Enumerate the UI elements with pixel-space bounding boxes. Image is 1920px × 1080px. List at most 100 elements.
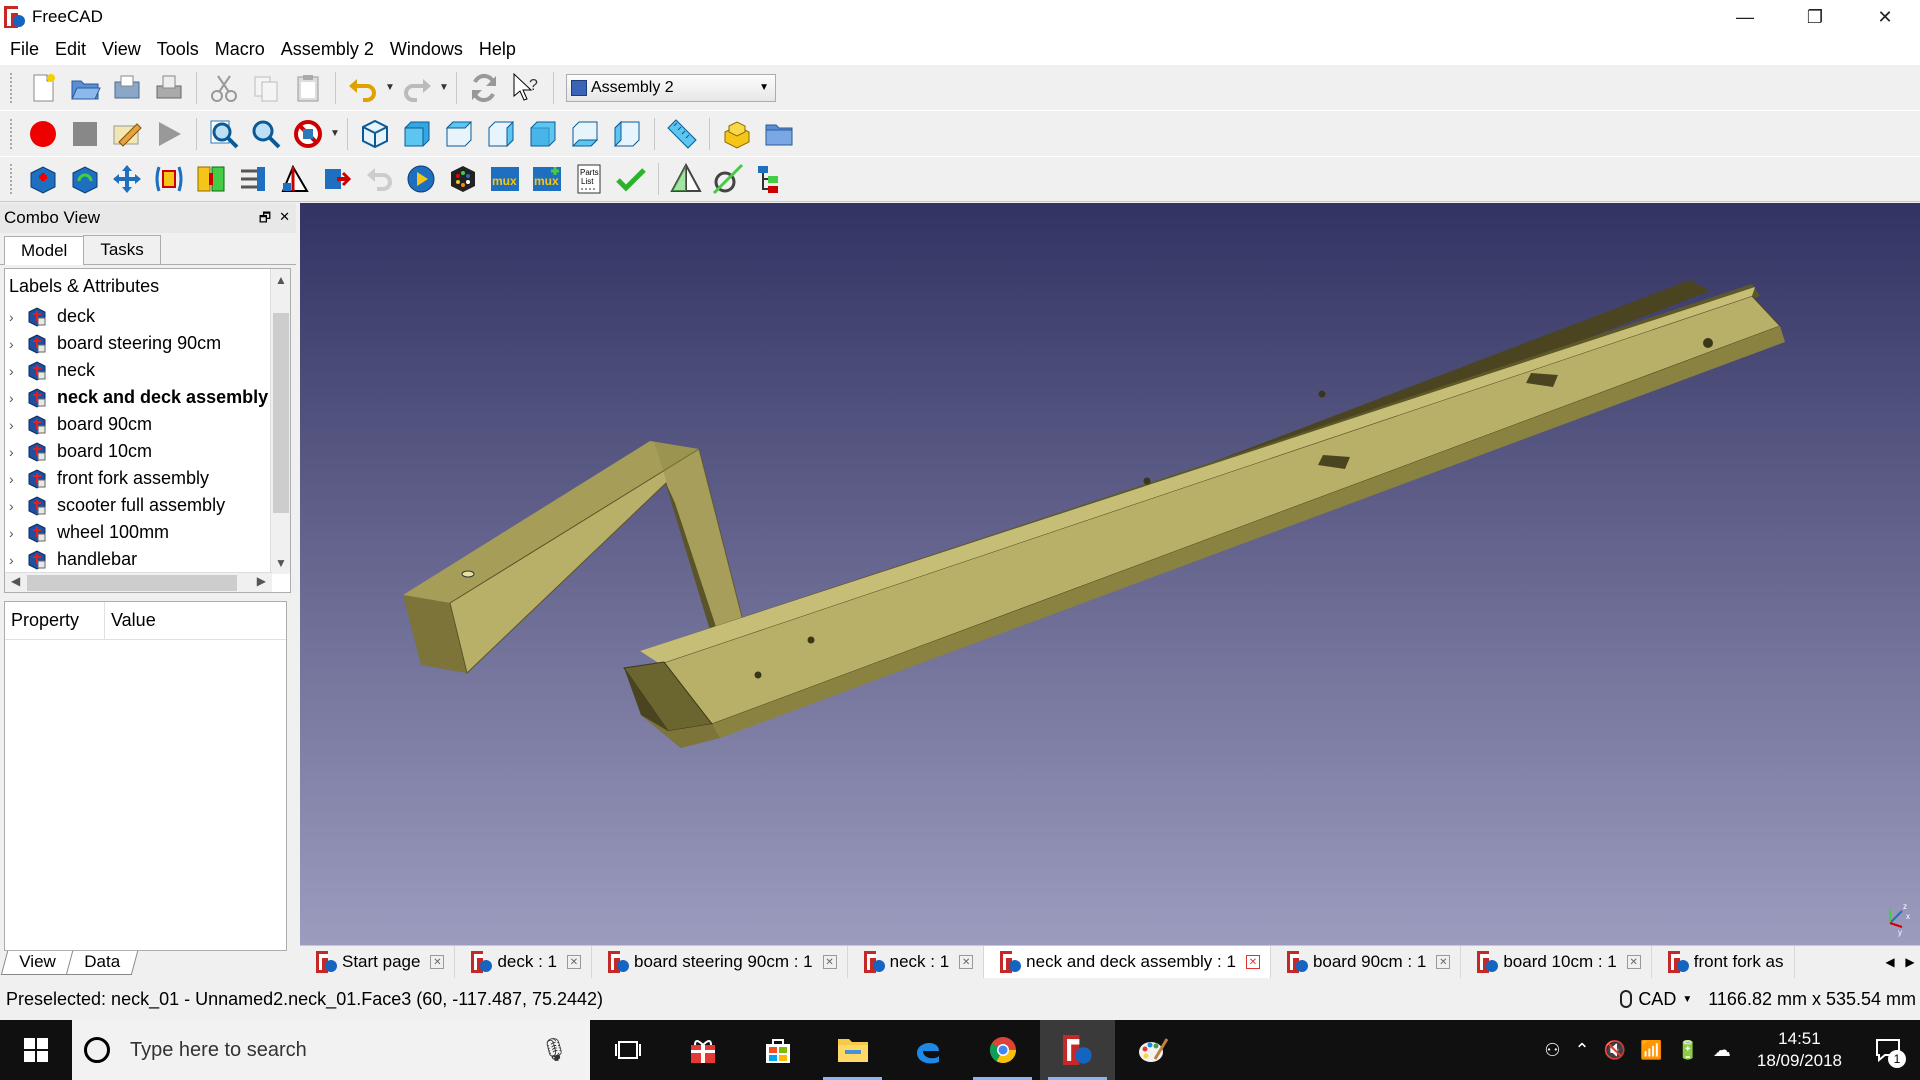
whats-this-button[interactable]: ? (508, 70, 544, 106)
close-panel-icon[interactable]: ✕ (279, 209, 290, 231)
tree-vertical-scrollbar[interactable]: ▲ ▼ (270, 269, 290, 574)
expand-chevron-icon[interactable]: › (9, 336, 27, 352)
doc-tab-board-steering[interactable]: board steering 90cm : 1 ✕ (592, 946, 848, 978)
tab-scroll-left-icon[interactable]: ◀ (1885, 955, 1894, 969)
view-rear-button[interactable] (525, 116, 561, 152)
menu-windows[interactable]: Windows (382, 39, 471, 60)
tree-item[interactable]: › neck and deck assembly (5, 384, 290, 411)
microphone-icon[interactable]: 🎙 (540, 1037, 568, 1063)
battery-icon[interactable]: 🔋 (1676, 1040, 1698, 1061)
view-right-button[interactable] (483, 116, 519, 152)
axial-constraint-button[interactable] (235, 161, 271, 197)
tab-model[interactable]: Model (4, 236, 85, 265)
show-hidden-icons-icon[interactable]: ⌃ (1575, 1040, 1590, 1061)
save-button[interactable] (109, 70, 145, 106)
macro-execute-button[interactable] (151, 116, 187, 152)
close-tab-icon[interactable]: ✕ (959, 955, 974, 969)
solve-constraints-button[interactable] (613, 161, 649, 197)
taskbar-app-store[interactable] (740, 1020, 815, 1080)
expand-chevron-icon[interactable]: › (9, 390, 27, 406)
refresh-button[interactable] (466, 70, 502, 106)
onedrive-cloud-icon[interactable]: ☁ (1713, 1040, 1731, 1061)
tree-item[interactable]: › board 90cm (5, 411, 290, 438)
view-left-button[interactable] (609, 116, 645, 152)
view-top-button[interactable] (441, 116, 477, 152)
toolbar-grip[interactable] (10, 164, 16, 194)
undo-constraint-button[interactable] (361, 161, 397, 197)
taskbar-app-gift[interactable] (665, 1020, 740, 1080)
parts-list-button[interactable]: Parts List (571, 161, 607, 197)
close-tab-icon[interactable]: ✕ (822, 955, 837, 969)
task-view-button[interactable] (590, 1020, 665, 1080)
macro-record-button[interactable] (25, 116, 61, 152)
tree-item[interactable]: › scooter full assembly (5, 492, 290, 519)
workbench-dropdown[interactable]: Assembly 2 ▼ (566, 73, 776, 102)
create-group-button[interactable] (761, 116, 797, 152)
doc-tab-board-90cm[interactable]: board 90cm : 1 ✕ (1271, 946, 1462, 978)
import-part-button[interactable] (25, 161, 61, 197)
doc-tab-neck-and-deck-assembly[interactable]: neck and deck assembly : 1 ✕ (984, 946, 1271, 978)
scroll-down-icon[interactable]: ▼ (271, 556, 290, 570)
degrees-of-freedom-button[interactable] (445, 161, 481, 197)
menu-view[interactable]: View (94, 39, 149, 60)
move-part-button[interactable] (109, 161, 145, 197)
taskbar-app-chrome[interactable] (965, 1020, 1040, 1080)
circular-edge-constraint-button[interactable] (319, 161, 355, 197)
action-center-button[interactable]: 1 (1868, 1030, 1908, 1070)
view-bottom-button[interactable] (567, 116, 603, 152)
animate-button[interactable] (403, 161, 439, 197)
macro-edit-button[interactable] (109, 116, 145, 152)
redo-dropdown-arrow[interactable]: ▼ (438, 70, 450, 106)
update-parts-button[interactable] (67, 161, 103, 197)
doc-tab-board-10cm[interactable]: board 10cm : 1 ✕ (1461, 946, 1652, 978)
macro-stop-button[interactable] (67, 116, 103, 152)
expand-chevron-icon[interactable]: › (9, 525, 27, 541)
tab-tasks[interactable]: Tasks (83, 235, 161, 264)
redo-button[interactable] (399, 70, 435, 106)
close-tab-icon[interactable]: ✕ (567, 955, 581, 969)
taskbar-app-edge[interactable] (890, 1020, 965, 1080)
close-tab-icon[interactable]: ✕ (1626, 955, 1641, 969)
scroll-up-icon[interactable]: ▲ (271, 273, 290, 287)
taskbar-app-paint[interactable] (1115, 1020, 1190, 1080)
people-icon[interactable]: ⚇ (1544, 1040, 1560, 1061)
wifi-icon[interactable]: 📶 (1640, 1040, 1662, 1061)
scroll-thumb[interactable] (27, 575, 237, 591)
check-assembly-button[interactable] (668, 161, 704, 197)
menu-file[interactable]: File (2, 39, 47, 60)
navigation-style-selector[interactable]: CAD ▼ (1620, 989, 1692, 1010)
toolbar-grip[interactable] (10, 72, 16, 103)
3d-viewport[interactable]: z x y (300, 203, 1920, 945)
fit-selection-button[interactable] (248, 116, 284, 152)
toolbar-grip[interactable] (10, 118, 16, 149)
start-button[interactable] (0, 1020, 72, 1080)
close-window-button[interactable]: ✕ (1850, 0, 1920, 34)
mux-button[interactable]: mux (487, 161, 523, 197)
deck-part[interactable] (623, 280, 1785, 748)
close-tab-icon[interactable]: ✕ (1245, 955, 1260, 969)
paste-button[interactable] (290, 70, 326, 106)
menu-assembly2[interactable]: Assembly 2 (273, 39, 382, 60)
menu-tools[interactable]: Tools (149, 39, 207, 60)
scroll-left-icon[interactable]: ◀ (11, 574, 20, 588)
angle-constraint-button[interactable] (277, 161, 313, 197)
doc-tab-start-page[interactable]: Start page ✕ (300, 946, 456, 978)
doc-tab-neck[interactable]: neck : 1 ✕ (848, 946, 985, 978)
tab-scroll-right-icon[interactable]: ▶ (1905, 955, 1914, 969)
tree-horizontal-scrollbar[interactable]: ◀ ▶ (5, 572, 272, 592)
float-panel-icon[interactable]: 🗗 (259, 209, 271, 231)
expand-chevron-icon[interactable]: › (9, 552, 27, 568)
tree-item[interactable]: › front fork assembly (5, 465, 290, 492)
tab-view[interactable]: View (0, 951, 74, 975)
scroll-thumb[interactable] (273, 313, 289, 513)
minimize-button[interactable]: — (1710, 0, 1780, 34)
neck-and-deck-model[interactable] (300, 203, 1920, 945)
undo-dropdown-arrow[interactable]: ▼ (384, 70, 396, 106)
expand-chevron-icon[interactable]: › (9, 363, 27, 379)
clearance-button[interactable] (710, 161, 746, 197)
restore-button[interactable]: ❐ (1780, 0, 1850, 34)
save-as-button[interactable] (151, 70, 187, 106)
tree-item[interactable]: › deck (5, 303, 290, 330)
expand-chevron-icon[interactable]: › (9, 444, 27, 460)
fit-all-button[interactable] (206, 116, 242, 152)
